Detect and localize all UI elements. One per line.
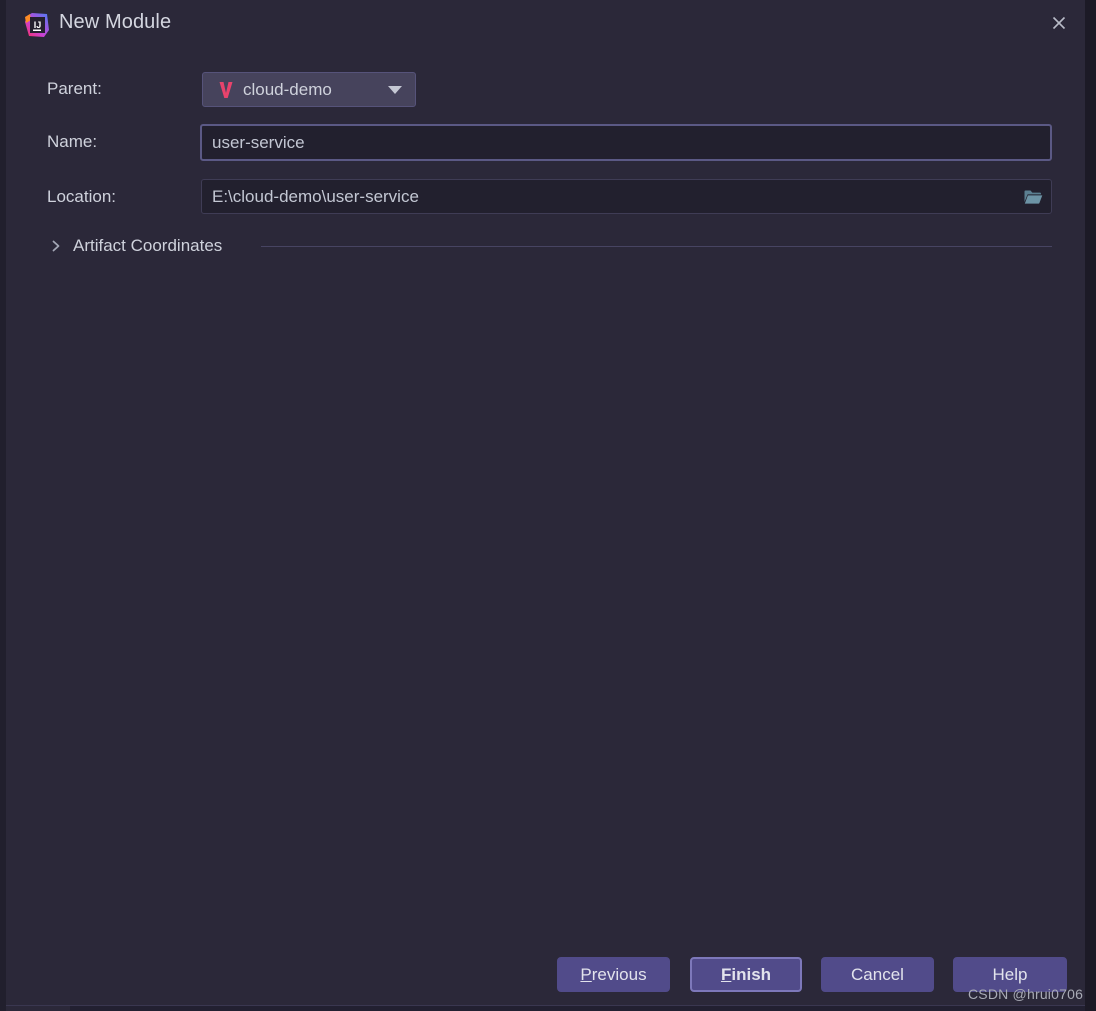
- name-input-value: user-service: [212, 132, 305, 152]
- previous-button-label: revious: [591, 964, 647, 984]
- parent-label: Parent:: [47, 79, 102, 98]
- chevron-right-icon: [47, 239, 65, 253]
- dialog-right-edge: [1085, 0, 1096, 1011]
- svg-text:IJ: IJ: [34, 20, 42, 30]
- close-icon[interactable]: [1042, 6, 1076, 40]
- chevron-down-icon[interactable]: [374, 73, 415, 106]
- artifact-coordinates-separator: [261, 246, 1052, 247]
- dialog-title: New Module: [59, 11, 172, 33]
- name-input[interactable]: user-service: [200, 124, 1052, 161]
- intellij-idea-logo-icon: IJ: [22, 10, 52, 40]
- title-bar: IJ New Module: [6, 0, 1085, 48]
- artifact-coordinates-label: Artifact Coordinates: [73, 236, 223, 255]
- dialog-left-edge: [0, 0, 6, 1011]
- location-input-value: E:\cloud-demo\user-service: [212, 186, 419, 206]
- cancel-button-label: Cancel: [851, 964, 904, 984]
- location-input[interactable]: E:\cloud-demo\user-service: [201, 179, 1052, 214]
- finish-button-label: inish: [731, 964, 772, 984]
- parent-value: cloud-demo: [243, 79, 332, 99]
- background-window-strip: [70, 1006, 1085, 1011]
- parent-combobox[interactable]: cloud-demo: [202, 72, 416, 107]
- finish-button[interactable]: Finish: [690, 957, 802, 992]
- finish-button-mnemonic: F: [720, 964, 732, 984]
- dialog-bottom-divider: [6, 1005, 1085, 1006]
- previous-button-mnemonic: P: [580, 964, 592, 984]
- maven-module-icon: [213, 80, 239, 100]
- folder-open-icon[interactable]: [1018, 183, 1048, 211]
- help-button-label: Help: [992, 964, 1028, 984]
- cancel-button[interactable]: Cancel: [821, 957, 934, 992]
- artifact-coordinates-section-toggle[interactable]: Artifact Coordinates: [47, 232, 222, 260]
- new-module-dialog: IJ New Module Parent: cloud-demo Name: u…: [0, 0, 1096, 1011]
- location-label: Location:: [47, 187, 116, 206]
- watermark: CSDN @hrui0706: [968, 986, 1084, 1002]
- name-label: Name:: [47, 132, 98, 151]
- previous-button[interactable]: Previous: [557, 957, 670, 992]
